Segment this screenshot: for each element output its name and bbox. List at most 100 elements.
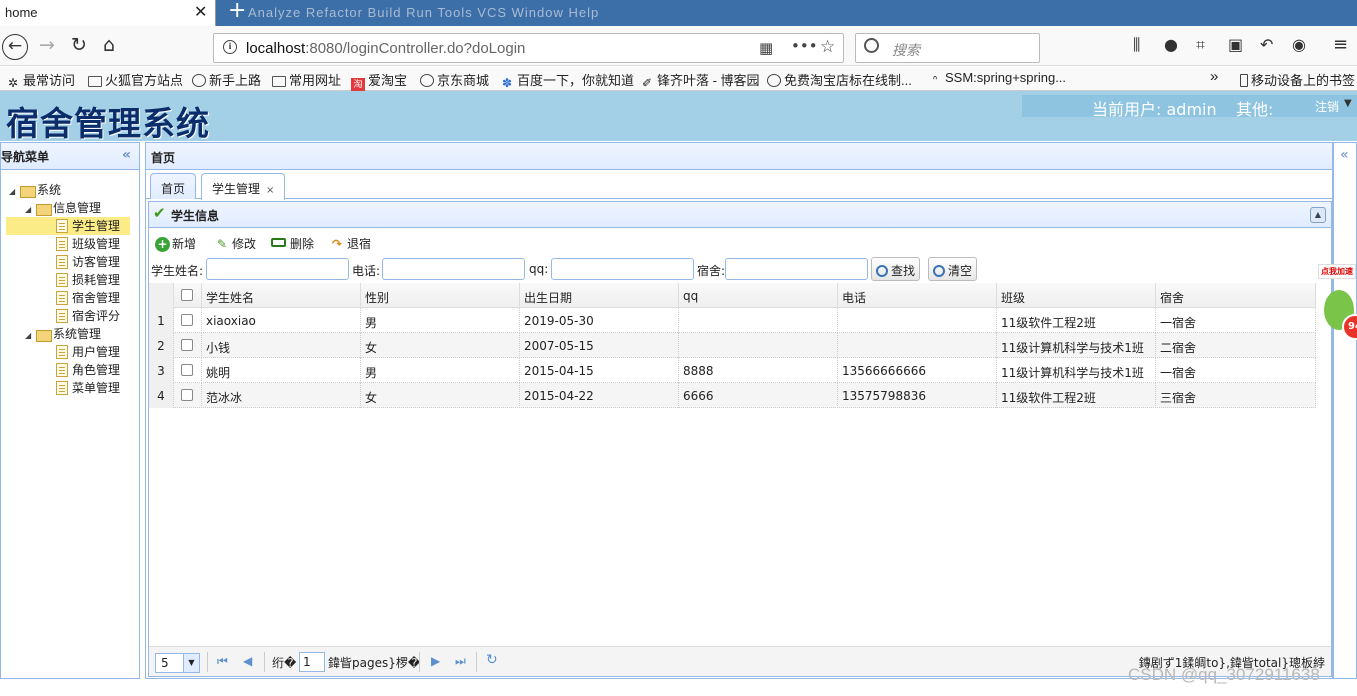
collapse-left-icon[interactable]: « bbox=[122, 147, 131, 163]
tree-node-student[interactable]: 学生管理 bbox=[6, 217, 130, 235]
tree-expand-icon[interactable]: ◢ bbox=[25, 205, 35, 214]
add-button[interactable]: + 新增 bbox=[155, 235, 196, 252]
tab-strip: 首页 学生管理 × bbox=[146, 170, 1332, 200]
new-tab-button[interactable]: + bbox=[228, 0, 246, 23]
name-filter-input[interactable] bbox=[206, 258, 349, 280]
tree-node-class[interactable]: 班级管理 bbox=[56, 235, 120, 253]
tree-node-sysadmin[interactable]: ◢ 系统管理 bbox=[25, 325, 101, 343]
more-bookmarks-icon[interactable]: » bbox=[1210, 68, 1218, 85]
tree-node-system[interactable]: ◢ 系统 bbox=[9, 181, 61, 199]
tree-node-role[interactable]: 角色管理 bbox=[56, 361, 120, 379]
undo-icon[interactable]: ↶ bbox=[1260, 35, 1273, 55]
cell-class: 11级计算机科学与技术1班 bbox=[997, 333, 1156, 358]
cell-sex: 女 bbox=[361, 383, 520, 408]
column-header[interactable]: 电话 bbox=[838, 283, 997, 308]
tab-close-icon[interactable]: × bbox=[266, 185, 274, 196]
delete-button[interactable]: 删除 bbox=[271, 235, 314, 252]
tree-node-info[interactable]: ◢ 信息管理 bbox=[25, 199, 101, 217]
url-text[interactable]: localhost:8080/loginController.do?doLogi… bbox=[246, 40, 525, 57]
column-header[interactable]: 班级 bbox=[997, 283, 1156, 308]
row-checkbox[interactable] bbox=[174, 333, 202, 358]
bookmark-item[interactable]: 移动设备上的书签 bbox=[1240, 70, 1355, 89]
chevron-down-icon[interactable]: ▼ bbox=[1344, 98, 1352, 109]
checkout-button[interactable]: ↷ 退宿 bbox=[329, 235, 371, 252]
site-info-icon[interactable]: i bbox=[223, 40, 237, 54]
tab-student-management[interactable]: 学生管理 × bbox=[201, 173, 286, 200]
chevron-down-icon[interactable]: ▼ bbox=[183, 654, 199, 672]
logout-button[interactable]: 注销 bbox=[1315, 98, 1339, 115]
column-header[interactable]: qq bbox=[679, 283, 838, 308]
cell-phone: 13575798836 bbox=[838, 383, 997, 408]
column-header[interactable]: 出生日期 bbox=[520, 283, 679, 308]
table-row[interactable]: 2 小钱 女 2007-05-15 11级计算机科学与技术1班 二宿舍 bbox=[149, 333, 1316, 358]
bookmark-item[interactable]: 京东商城 bbox=[420, 70, 489, 89]
tree-node-loss[interactable]: 损耗管理 bbox=[56, 271, 120, 289]
qq-filter-input[interactable] bbox=[551, 258, 694, 280]
back-icon[interactable]: ← bbox=[2, 34, 28, 60]
menu-icon[interactable]: ≡ bbox=[1333, 35, 1348, 55]
sidebar-icon[interactable]: ▣ bbox=[1228, 35, 1243, 55]
clear-button[interactable]: 清空 bbox=[928, 257, 978, 281]
table-row[interactable]: 3 姚明 男 2015-04-15 8888 13566666666 11级计算… bbox=[149, 358, 1316, 383]
globe-icon bbox=[767, 74, 781, 87]
collapse-panel-icon[interactable]: ▲ bbox=[1310, 207, 1326, 223]
bookmark-item[interactable]: 常用网址 bbox=[272, 70, 341, 89]
bookmark-item[interactable]: 新手上路 bbox=[192, 70, 261, 89]
last-page-icon[interactable]: ⏭ bbox=[455, 654, 466, 669]
address-bar[interactable]: i localhost:8080/loginController.do?doLo… bbox=[213, 33, 844, 63]
chat-icon[interactable]: ● bbox=[1164, 35, 1178, 55]
tree-node-dorm[interactable]: 宿舍管理 bbox=[56, 289, 120, 307]
bookmark-item[interactable]: ✲ 最常访问 bbox=[6, 70, 75, 90]
expand-right-icon[interactable]: « bbox=[1340, 147, 1349, 163]
tab-home[interactable]: 首页 bbox=[150, 173, 197, 199]
bookmark-item[interactable]: ✐ 锋齐叶落 - 博客园 bbox=[640, 70, 760, 90]
qr-code-icon[interactable]: ▦ bbox=[759, 39, 773, 57]
file-icon bbox=[56, 219, 68, 233]
floating-ad[interactable]: 点我加速 94 bbox=[1316, 262, 1357, 362]
home-icon[interactable]: ⌂ bbox=[103, 35, 115, 55]
table-row[interactable]: 4 范冰冰 女 2015-04-22 6666 13575798836 11级软… bbox=[149, 383, 1316, 408]
bookmark-star-icon[interactable]: ☆ bbox=[820, 37, 835, 57]
bookmark-item[interactable]: ✽ 百度一下，你就知道 bbox=[500, 70, 634, 90]
bookmark-item[interactable]: ᐢ SSM:spring+spring... bbox=[928, 70, 1066, 87]
first-page-icon[interactable]: ⏮ bbox=[217, 654, 228, 669]
reload-icon[interactable]: ↻ bbox=[71, 35, 87, 55]
tree-expand-icon[interactable]: ◢ bbox=[25, 331, 35, 340]
mobile-icon bbox=[1240, 74, 1248, 87]
search-bar[interactable]: 搜索 bbox=[855, 33, 1040, 63]
search-button[interactable]: 查找 bbox=[871, 257, 921, 281]
tab-close-icon[interactable]: ✕ bbox=[194, 2, 207, 22]
column-header[interactable]: 学生姓名 bbox=[202, 283, 361, 308]
column-header[interactable]: 性别 bbox=[361, 283, 520, 308]
prev-page-icon[interactable]: ◀ bbox=[243, 654, 252, 668]
library-icon[interactable]: ⫼ bbox=[1133, 35, 1140, 55]
row-checkbox[interactable] bbox=[174, 383, 202, 408]
page-size-select[interactable]: 5 ▼ bbox=[155, 653, 200, 673]
bookmark-item[interactable]: 免费淘宝店标在线制... bbox=[767, 70, 912, 89]
tree-expand-icon[interactable]: ◢ bbox=[9, 187, 19, 196]
row-checkbox[interactable] bbox=[174, 358, 202, 383]
checkmark-icon: ✔ bbox=[153, 204, 166, 222]
tree-node-dorm-score[interactable]: 宿舍评分 bbox=[56, 307, 120, 325]
phone-filter-input[interactable] bbox=[382, 258, 525, 280]
tree-node-menu[interactable]: 菜单管理 bbox=[56, 379, 120, 397]
next-page-icon[interactable]: ▶ bbox=[431, 654, 440, 668]
page-number-input[interactable]: 1 bbox=[299, 652, 325, 672]
refresh-icon[interactable]: ↻ bbox=[486, 652, 498, 668]
browser-tab[interactable]: home ✕ bbox=[0, 0, 216, 26]
select-all-checkbox[interactable] bbox=[174, 283, 202, 308]
bookmark-item[interactable]: 火狐官方站点 bbox=[88, 70, 183, 89]
edit-button[interactable]: ✎ 修改 bbox=[214, 235, 256, 252]
bookmark-item[interactable]: 淘爱淘宝 bbox=[351, 70, 407, 91]
forward-icon[interactable]: → bbox=[39, 35, 55, 55]
table-row[interactable]: 1 xiaoxiao 男 2019-05-30 11级软件工程2班 一宿舍 bbox=[149, 308, 1316, 333]
tree-node-user[interactable]: 用户管理 bbox=[56, 343, 120, 361]
tree-node-visitor[interactable]: 访客管理 bbox=[56, 253, 120, 271]
account-icon[interactable]: ◉ bbox=[1292, 35, 1306, 55]
crop-icon[interactable]: ⌗ bbox=[1196, 35, 1205, 55]
dorm-filter-input[interactable] bbox=[725, 258, 868, 280]
cell-sex: 男 bbox=[361, 358, 520, 383]
column-header[interactable]: 宿舍 bbox=[1156, 283, 1316, 308]
more-actions-icon[interactable]: ••• bbox=[791, 37, 818, 55]
row-checkbox[interactable] bbox=[174, 308, 202, 333]
